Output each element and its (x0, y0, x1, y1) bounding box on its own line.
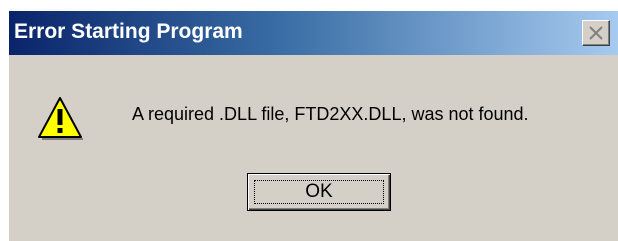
close-icon (589, 26, 603, 40)
ok-button-focus-rect: OK (254, 180, 384, 204)
title-bar[interactable]: Error Starting Program (9, 11, 618, 55)
warning-icon (37, 96, 83, 140)
window-title: Error Starting Program (14, 20, 243, 43)
ok-button-label: OK (305, 181, 333, 202)
ok-button[interactable]: OK (247, 173, 391, 211)
close-button[interactable] (582, 20, 610, 46)
error-message: A required .DLL file, FTD2XX.DLL, was no… (132, 104, 529, 124)
error-dialog: Error Starting Program A required .DLL f… (8, 10, 618, 241)
